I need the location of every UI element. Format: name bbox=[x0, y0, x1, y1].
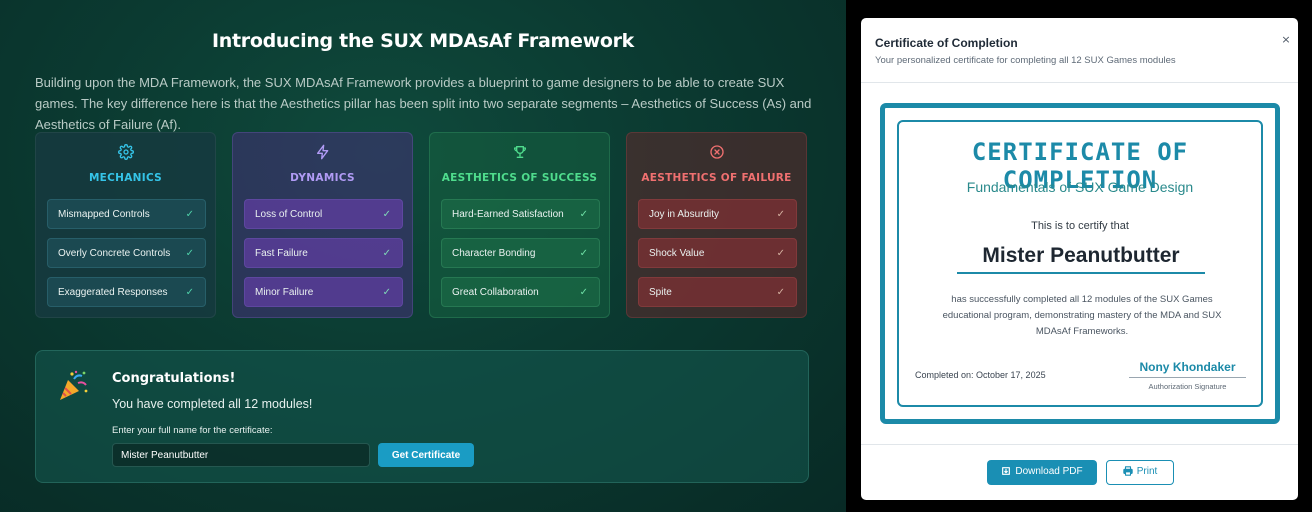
modal-title: Certificate of Completion bbox=[875, 36, 1018, 50]
download-icon bbox=[1002, 467, 1011, 476]
list-item: Mismapped Controls ✓ bbox=[47, 199, 206, 229]
certificate-modal: Certificate of Completion Your personali… bbox=[861, 18, 1298, 500]
check-icon: ✓ bbox=[776, 287, 785, 298]
check-icon: ✓ bbox=[776, 248, 785, 259]
certificate-description: has successfully completed all 12 module… bbox=[942, 294, 1222, 337]
column-aesthetics-of-success: AESTHETICS OF SUCCESS Hard-Earned Satisf… bbox=[429, 132, 610, 318]
congratulations-subtitle: You have completed all 12 modules! bbox=[112, 397, 313, 411]
column-title: DYNAMICS bbox=[290, 172, 355, 184]
certificate: CERTIFICATE OF COMPLETION Fundamentals o… bbox=[880, 103, 1280, 424]
page-title: Introducing the SUX MDAsAf Framework bbox=[212, 30, 634, 52]
page-description: Building upon the MDA Framework, the SUX… bbox=[35, 75, 812, 132]
list-item: Exaggerated Responses ✓ bbox=[47, 277, 206, 307]
completion-date: Completed on: October 17, 2025 bbox=[915, 370, 1046, 380]
framework-page: Introducing the SUX MDAsAf Framework Bui… bbox=[0, 0, 846, 512]
divider bbox=[861, 444, 1298, 445]
list-item: Loss of Control ✓ bbox=[244, 199, 403, 229]
party-popper-icon bbox=[60, 370, 88, 400]
course-name: Fundamentals of SUX Game Design bbox=[966, 179, 1194, 195]
recipient-name: Mister Peanutbutter bbox=[957, 244, 1205, 274]
download-pdf-label: Download PDF bbox=[1015, 465, 1083, 477]
certify-text: This is to certify that bbox=[1031, 220, 1129, 232]
print-label: Print bbox=[1136, 465, 1158, 477]
check-icon: ✓ bbox=[382, 209, 391, 220]
list-item: Character Bonding ✓ bbox=[441, 238, 600, 268]
list-item: Minor Failure ✓ bbox=[244, 277, 403, 307]
column-title: AESTHETICS OF SUCCESS bbox=[441, 172, 598, 184]
close-icon[interactable]: × bbox=[1279, 33, 1293, 47]
list-item: Fast Failure ✓ bbox=[244, 238, 403, 268]
list-item: Overly Concrete Controls ✓ bbox=[47, 238, 206, 268]
column-title: AESTHETICS OF FAILURE bbox=[641, 172, 792, 184]
print-button[interactable]: Print bbox=[1106, 460, 1174, 485]
column-aesthetics-of-failure: AESTHETICS OF FAILURE Joy in Absurdity ✓ … bbox=[626, 132, 807, 318]
divider bbox=[861, 82, 1298, 83]
congratulations-panel: Congratulations! You have completed all … bbox=[35, 350, 809, 483]
lightning-icon bbox=[316, 144, 328, 160]
trophy-icon bbox=[513, 146, 526, 158]
signer-name: Nony Khondaker bbox=[1129, 360, 1246, 378]
name-field-label: Enter your full name for the certificate… bbox=[112, 425, 273, 436]
printer-icon bbox=[1123, 466, 1133, 476]
check-icon: ✓ bbox=[185, 209, 194, 220]
get-certificate-button[interactable]: Get Certificate bbox=[378, 443, 474, 467]
check-icon: ✓ bbox=[579, 287, 588, 298]
list-item: Spite ✓ bbox=[638, 277, 797, 307]
list-item: Hard-Earned Satisfaction ✓ bbox=[441, 199, 600, 229]
gear-icon bbox=[117, 144, 134, 160]
full-name-input[interactable] bbox=[112, 443, 370, 467]
modal-subtitle: Your personalized certificate for comple… bbox=[875, 55, 1176, 66]
list-item: Joy in Absurdity ✓ bbox=[638, 199, 797, 229]
check-icon: ✓ bbox=[185, 287, 194, 298]
framework-columns: MECHANICS Mismapped Controls ✓ Overly Con… bbox=[35, 132, 810, 320]
column-mechanics: MECHANICS Mismapped Controls ✓ Overly Con… bbox=[35, 132, 216, 318]
signature-label: Authorization Signature bbox=[1148, 382, 1227, 391]
download-pdf-button[interactable]: Download PDF bbox=[987, 460, 1097, 485]
check-icon: ✓ bbox=[579, 248, 588, 259]
check-icon: ✓ bbox=[776, 209, 785, 220]
check-icon: ✓ bbox=[579, 209, 588, 220]
check-icon: ✓ bbox=[185, 248, 194, 259]
congratulations-title: Congratulations! bbox=[112, 371, 236, 386]
certificate-inner-border: CERTIFICATE OF COMPLETION Fundamentals o… bbox=[897, 120, 1263, 407]
list-item: Shock Value ✓ bbox=[638, 238, 797, 268]
list-item: Great Collaboration ✓ bbox=[441, 277, 600, 307]
check-icon: ✓ bbox=[382, 287, 391, 298]
check-icon: ✓ bbox=[382, 248, 391, 259]
column-dynamics: DYNAMICS Loss of Control ✓ Fast Failure ✓ … bbox=[232, 132, 413, 318]
x-circle-icon bbox=[709, 145, 724, 159]
column-title: MECHANICS bbox=[88, 172, 163, 184]
